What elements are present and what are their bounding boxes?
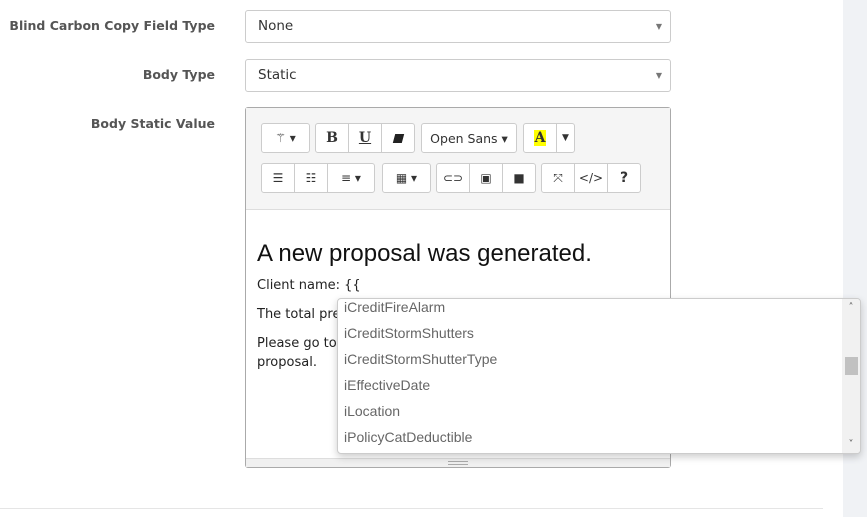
video-button[interactable]: ■ <box>502 163 536 193</box>
editor-toolbar: ⚚ ▾ B U Open Sans ▾ A ▼ ☰ ☷ ≡ ▾ ▦ ▾ ⊂⊃ ▣… <box>246 108 670 210</box>
chevron-down-icon: ▼ <box>655 71 662 80</box>
font-name: Open Sans <box>430 130 498 146</box>
body-type-select[interactable]: Static ▼ <box>245 59 671 92</box>
table-icon: ▦ ▾ <box>395 171 418 185</box>
autocomplete-item[interactable]: iCreditStormShutterType <box>338 346 842 372</box>
body-type-label: Body Type <box>142 67 215 82</box>
body-static-value-label: Body Static Value <box>90 116 215 131</box>
scrollbar-thumb[interactable] <box>845 357 858 376</box>
eraser-icon <box>392 133 404 143</box>
fullscreen-icon: ⤧ <box>553 170 563 185</box>
fullscreen-button[interactable]: ⤧ <box>541 163 575 193</box>
chevron-down-icon: ▼ <box>655 22 662 31</box>
table-button[interactable]: ▦ ▾ <box>382 163 431 193</box>
video-icon: ■ <box>513 171 525 185</box>
list-ol-icon: ☷ <box>305 171 317 185</box>
link-icon: ⊂⊃ <box>442 171 464 185</box>
ordered-list-button[interactable]: ☷ <box>294 163 328 193</box>
list-ul-icon: ☰ <box>272 171 284 185</box>
font-color-icon: A <box>533 130 547 146</box>
autocomplete-item[interactable]: iCreditFireAlarm <box>338 299 842 320</box>
unordered-list-button[interactable]: ☰ <box>261 163 295 193</box>
body-type-value: Static <box>258 67 297 83</box>
picture-icon: ▣ <box>480 171 492 185</box>
autocomplete-scrollbar[interactable]: ˄ ˅ <box>842 299 860 453</box>
help-button[interactable]: ? <box>607 163 641 193</box>
code-view-button[interactable]: </> <box>574 163 608 193</box>
link-button[interactable]: ⊂⊃ <box>436 163 470 193</box>
color-button[interactable]: A <box>523 123 557 153</box>
underline-button[interactable]: U <box>348 123 382 153</box>
autocomplete-dropdown: iCreditFireAlarm iCreditStormShutters iC… <box>337 298 861 454</box>
divider <box>0 508 823 509</box>
editor-resize-handle[interactable] <box>246 458 670 467</box>
clear-format-button[interactable] <box>381 123 415 153</box>
align-left-icon: ≡ ▾ <box>341 171 361 185</box>
bcc-field-type-value: None <box>258 18 294 34</box>
color-dropdown-button[interactable]: ▼ <box>556 123 575 153</box>
paragraph-align-button[interactable]: ≡ ▾ <box>327 163 375 193</box>
autocomplete-item[interactable]: iCreditStormShutters <box>338 320 842 346</box>
autocomplete-item[interactable]: iPolicyCatDeductible <box>338 424 842 450</box>
picture-button[interactable]: ▣ <box>469 163 503 193</box>
content-line-please: Please go to y <box>257 336 349 351</box>
autocomplete-item[interactable]: iEffectiveDate <box>338 372 842 398</box>
bcc-field-type-label: Blind Carbon Copy Field Type <box>9 18 215 33</box>
style-button[interactable]: ⚚ ▾ <box>261 123 310 153</box>
content-line-client: Client name: {{ <box>257 278 361 293</box>
scroll-up-icon[interactable]: ˄ <box>842 302 860 313</box>
magic-wand-icon: ⚚ ▾ <box>275 131 296 145</box>
bold-button[interactable]: B <box>315 123 349 153</box>
content-line-proposal: proposal. <box>257 355 317 370</box>
content-heading: A new proposal was generated. <box>257 240 592 267</box>
autocomplete-item[interactable]: iLocation <box>338 398 842 424</box>
font-family-button[interactable]: Open Sans ▾ <box>421 123 517 153</box>
scroll-down-icon[interactable]: ˅ <box>842 439 860 450</box>
bcc-field-type-select[interactable]: None ▼ <box>245 10 671 43</box>
